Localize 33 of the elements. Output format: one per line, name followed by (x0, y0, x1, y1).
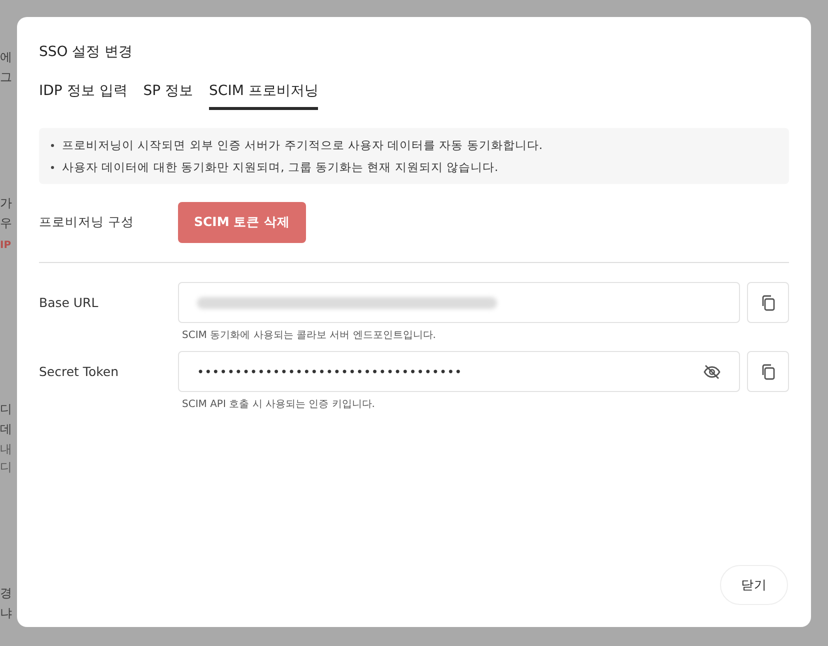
bullet-icon (51, 166, 54, 169)
notice-text: 프로비저닝이 시작되면 외부 인증 서버가 주기적으로 사용자 데이터를 자동 동기화합니다. (62, 137, 543, 154)
dialog-title: SSO 설정 변경 (39, 43, 134, 61)
notice-text: 사용자 데이터에 대한 동기화만 지원되며, 그룹 동기화는 현재 지원되지 않습니다. (62, 159, 498, 176)
input-field[interactable] (178, 282, 740, 323)
input-field[interactable]: ••••••••••••••••••••••••••••••••••• (178, 351, 740, 392)
background-text: 우 (0, 216, 13, 230)
background-text: 가 (0, 196, 13, 210)
copy-button[interactable] (747, 282, 789, 323)
help-text: SCIM API 호출 시 사용되는 인증 키입니다. (182, 398, 376, 411)
background-text: IP (0, 239, 12, 253)
field-label: Secret Token (39, 364, 120, 379)
bullet-icon (51, 144, 54, 147)
masked-value: ••••••••••••••••••••••••••••••••••• (197, 364, 464, 378)
hidden-eye-icon[interactable] (703, 364, 721, 380)
background-text: 디 (0, 460, 13, 474)
background-text: 그 (0, 70, 13, 84)
field-label: Base URL (39, 295, 100, 310)
tab[interactable]: SP 정보 (143, 82, 194, 110)
tab[interactable]: SCIM 프로비저닝 (209, 82, 318, 110)
copy-icon (760, 294, 776, 310)
background-text: 디 (0, 402, 13, 416)
tab[interactable]: IDP 정보 입력 (39, 82, 128, 110)
copy-icon (760, 364, 776, 380)
background-text: 냐 (0, 606, 13, 620)
help-text: SCIM 동기화에 사용되는 콜라보 서버 엔드포인트입니다. (182, 329, 437, 342)
background-text: 에 (0, 50, 13, 64)
close-button[interactable]: 닫기 (720, 565, 788, 605)
background-text: 내 (0, 442, 13, 456)
background-text: 경 (0, 586, 13, 600)
copy-button[interactable] (747, 351, 789, 392)
background-text: 데 (0, 422, 13, 436)
field-label: 프로비저닝 구성 (39, 214, 135, 231)
